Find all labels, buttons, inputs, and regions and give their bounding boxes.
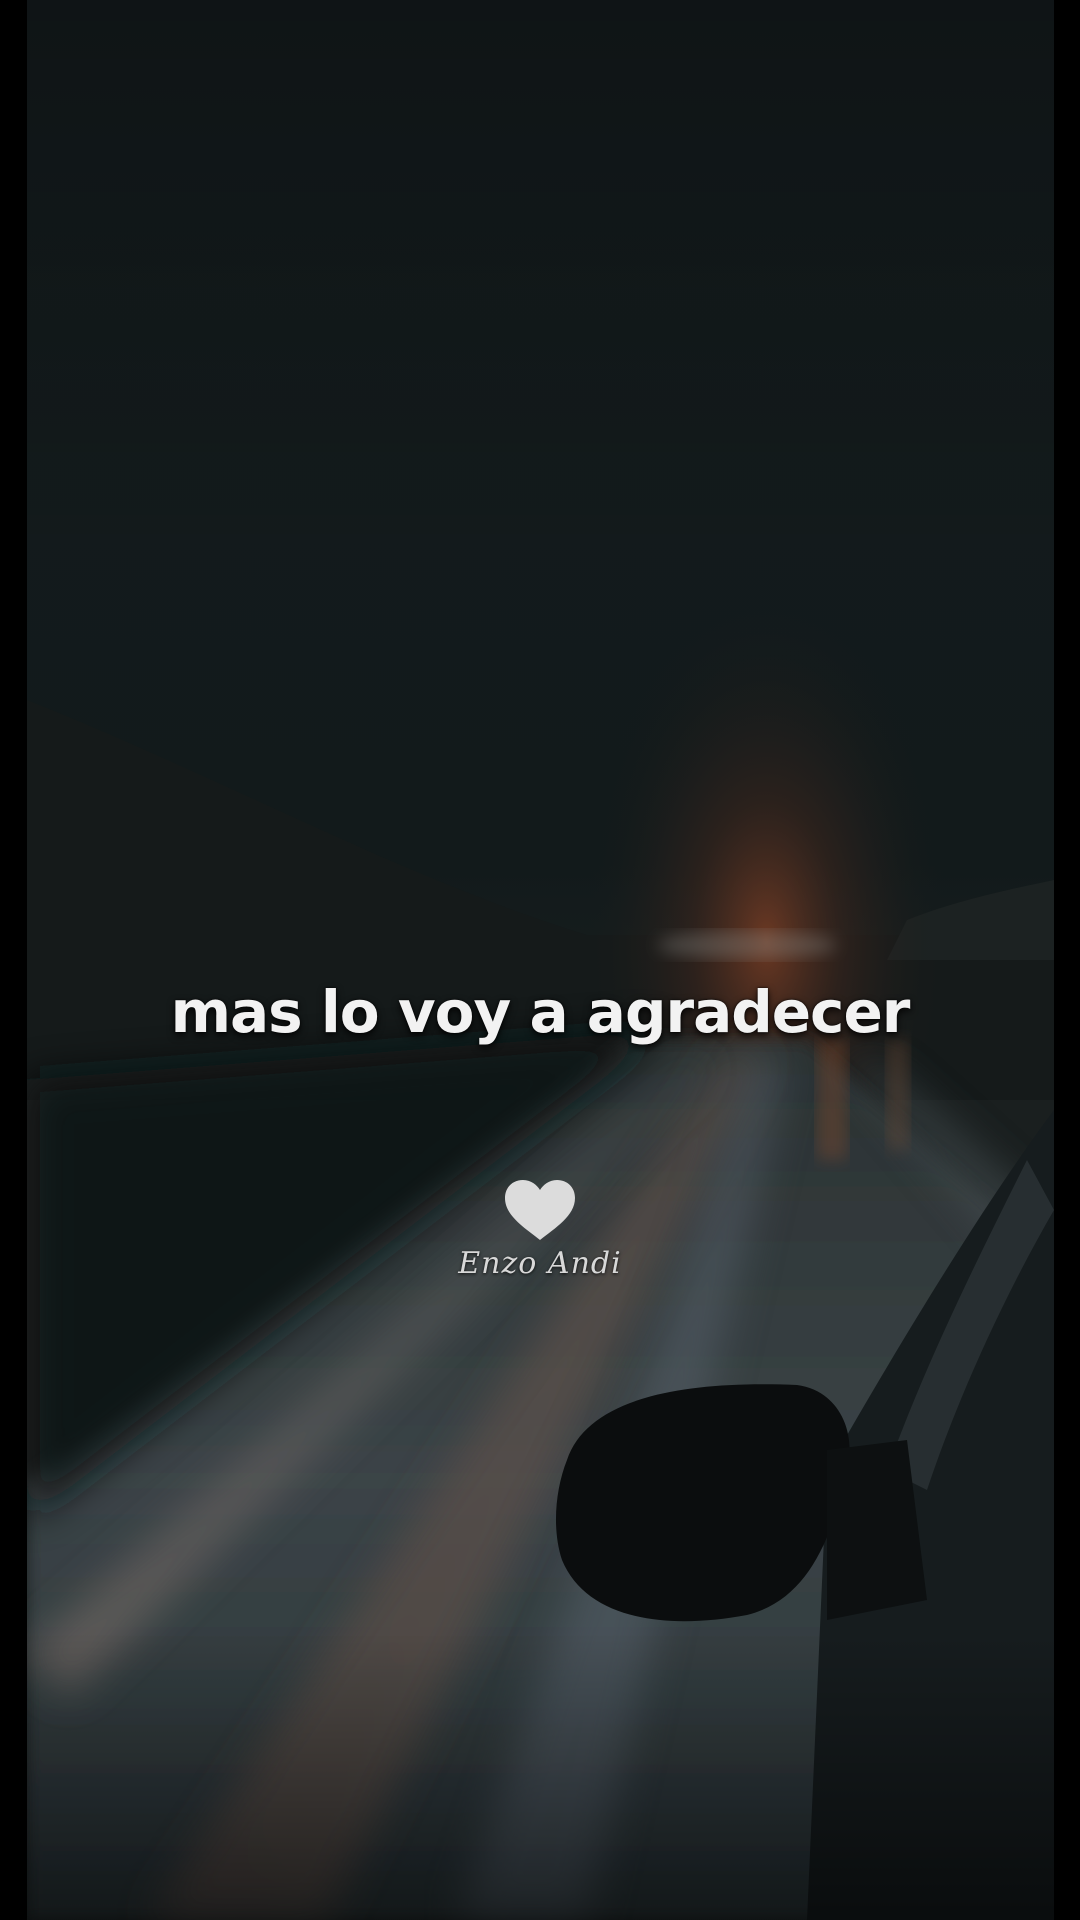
left-letterbox (0, 0, 27, 1920)
creator-signature: Enzo Andi (458, 1246, 622, 1281)
night-road-background (27, 0, 1054, 1920)
right-letterbox (1054, 0, 1080, 1920)
video-frame: mas lo voy a agradecer Enzo Andi (0, 0, 1080, 1920)
creator-watermark: Enzo Andi (0, 1178, 1080, 1281)
lyric-caption: mas lo voy a agradecer (170, 978, 911, 1046)
heart-icon (505, 1180, 575, 1240)
